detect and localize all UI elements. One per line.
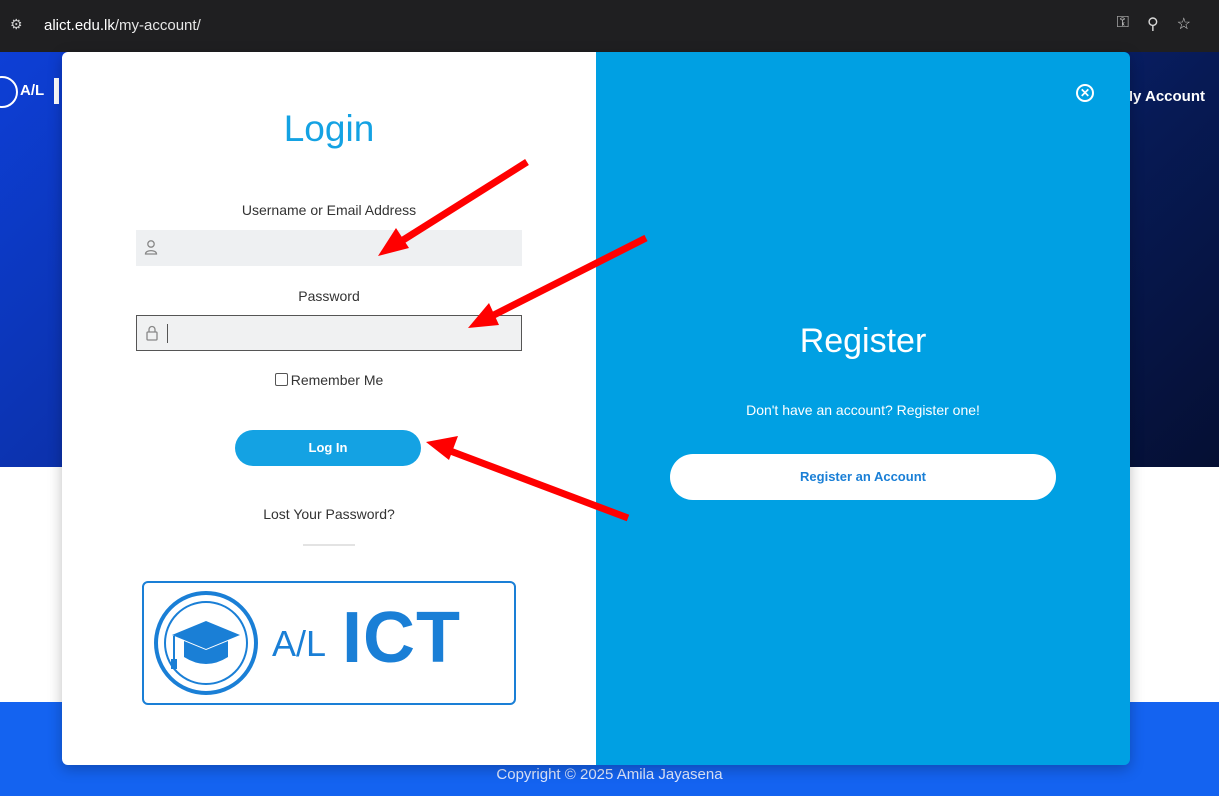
zoom-icon[interactable]: ⚲	[1147, 14, 1159, 34]
site-info-icon[interactable]: ⚙	[10, 16, 23, 33]
browser-actions: ⚿ ⚲ ☆	[1117, 14, 1191, 34]
password-label: Password	[298, 288, 360, 304]
logo-text: A/L	[20, 82, 45, 99]
login-register-modal: Login Username or Email Address Password…	[62, 52, 1130, 765]
remember-label: Remember Me	[290, 372, 384, 388]
browser-address-bar: ⚙ alict.edu.lk/my-account/ ⚿ ⚲ ☆	[0, 0, 1219, 52]
register-title: Register	[799, 322, 927, 360]
text-caret	[167, 324, 168, 343]
username-label: Username or Email Address	[241, 202, 417, 218]
login-title: Login	[283, 108, 375, 149]
divider	[303, 544, 355, 546]
login-button[interactable]: Log In	[235, 430, 421, 466]
footer-copyright: Copyright © 2025 Amila Jayasena	[496, 766, 723, 783]
key-icon[interactable]: ⚿	[1117, 14, 1129, 34]
lock-icon	[145, 325, 159, 341]
logo-circle-icon	[0, 76, 18, 108]
user-icon	[144, 239, 158, 255]
remember-checkbox[interactable]	[274, 373, 288, 386]
login-pane: Login Username or Email Address Password…	[62, 52, 596, 765]
site-logo[interactable]: A/L	[0, 70, 60, 110]
nav-my-account[interactable]: My Account	[1121, 88, 1205, 105]
lost-password-link[interactable]: Lost Your Password?	[62, 506, 596, 522]
password-input[interactable]	[136, 315, 522, 351]
register-account-button[interactable]: Register an Account	[670, 454, 1056, 500]
register-pane: Register Don't have an account? Register…	[596, 52, 1130, 765]
url-field[interactable]: alict.edu.lk/my-account/	[44, 17, 201, 34]
logo-bar	[54, 78, 59, 104]
brand-large-text: ICT	[342, 598, 461, 678]
brand-logo: A/L ICT	[142, 581, 516, 705]
brand-small-text: A/L	[272, 623, 327, 664]
star-icon[interactable]: ☆	[1177, 14, 1191, 34]
remember-me[interactable]: Remember Me	[62, 372, 596, 388]
username-input[interactable]	[136, 230, 522, 266]
close-icon[interactable]: ✕	[1076, 84, 1094, 102]
register-subtitle: Don't have an account? Register one!	[746, 402, 980, 418]
